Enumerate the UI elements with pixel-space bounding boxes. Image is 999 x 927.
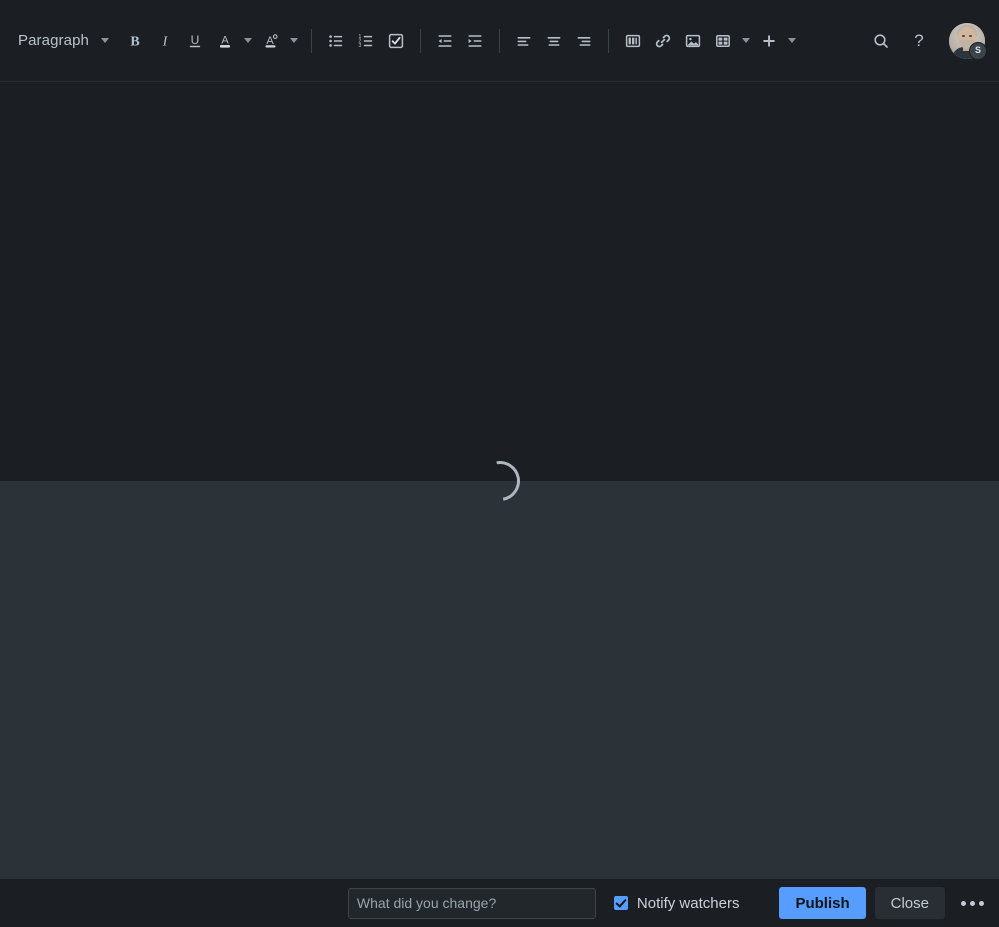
align-left-button[interactable]	[510, 27, 538, 55]
search-icon	[874, 33, 888, 48]
ellipsis-icon	[969, 900, 975, 906]
notify-watchers-label: Notify watchers	[636, 894, 740, 912]
toolbar-divider	[498, 28, 500, 53]
svg-text:B: B	[130, 34, 139, 49]
clear-formatting-button[interactable]: A	[257, 27, 285, 55]
text-style-dropdown[interactable]: A	[257, 27, 301, 55]
bullet-list-button[interactable]	[322, 27, 350, 55]
editor-lower-panel	[0, 481, 999, 878]
change-comment-input[interactable]	[347, 887, 596, 919]
notify-watchers-toggle[interactable]: Notify watchers	[613, 894, 740, 912]
layouts-button[interactable]	[619, 27, 647, 55]
table-dropdown[interactable]	[709, 27, 753, 55]
toolbar-group-indentation	[431, 27, 489, 55]
help-icon: ?	[914, 31, 924, 50]
text-color-dropdown[interactable]: A	[211, 27, 255, 55]
svg-text:3: 3	[358, 43, 361, 49]
user-avatar[interactable]: S	[949, 22, 987, 60]
toolbar-group-alignment	[510, 27, 598, 55]
align-center-button[interactable]	[540, 27, 568, 55]
svg-text:U: U	[191, 33, 200, 47]
indent-button[interactable]	[461, 27, 489, 55]
publish-button[interactable]: Publish	[779, 887, 866, 919]
insert-more-dropdown[interactable]	[755, 27, 799, 55]
toolbar-secondary-controls: ? S	[865, 22, 991, 60]
toolbar-divider	[607, 28, 609, 53]
toolbar-divider	[419, 28, 421, 53]
task-list-button[interactable]	[382, 27, 410, 55]
insert-more-button[interactable]	[755, 27, 783, 55]
avatar-badge: S	[969, 41, 987, 60]
editor-content-area[interactable]	[0, 83, 999, 878]
chevron-down-icon	[787, 38, 796, 43]
ellipsis-icon	[978, 900, 984, 906]
chevron-down-icon	[741, 38, 750, 43]
outdent-button[interactable]	[431, 27, 459, 55]
notify-watchers-checkbox[interactable]	[613, 896, 628, 910]
editor-footer: Notify watchers Publish Close	[0, 878, 999, 927]
chevron-down-icon	[100, 38, 109, 43]
help-button[interactable]: ?	[903, 25, 935, 57]
toolbar-group-text-format: B I U A A	[121, 27, 301, 55]
block-style-label: Paragraph	[18, 32, 89, 49]
more-actions-button[interactable]	[955, 887, 989, 919]
toolbar-divider	[310, 28, 312, 53]
block-style-dropdown[interactable]: Paragraph	[12, 25, 113, 57]
table-button[interactable]	[709, 27, 737, 55]
editor-toolbar: Paragraph B I U A A 1 2 3 ? S	[0, 0, 999, 82]
chevron-down-icon	[243, 38, 252, 43]
bold-button[interactable]: B	[121, 27, 149, 55]
chevron-down-icon	[289, 38, 298, 43]
align-right-button[interactable]	[570, 27, 598, 55]
ellipsis-icon	[960, 900, 966, 906]
text-color-button[interactable]: A	[211, 27, 239, 55]
close-button[interactable]: Close	[874, 887, 945, 919]
svg-text:A: A	[221, 34, 229, 46]
link-button[interactable]	[649, 27, 677, 55]
svg-text:I: I	[162, 34, 169, 49]
toolbar-primary-controls: Paragraph B I U A A 1 2 3	[12, 25, 865, 57]
toolbar-group-lists: 1 2 3	[322, 27, 410, 55]
toolbar-group-insert	[619, 27, 799, 55]
search-button[interactable]	[865, 25, 897, 57]
italic-button[interactable]: I	[151, 27, 179, 55]
image-button[interactable]	[679, 27, 707, 55]
numbered-list-button[interactable]: 1 2 3	[352, 27, 380, 55]
underline-button[interactable]: U	[181, 27, 209, 55]
